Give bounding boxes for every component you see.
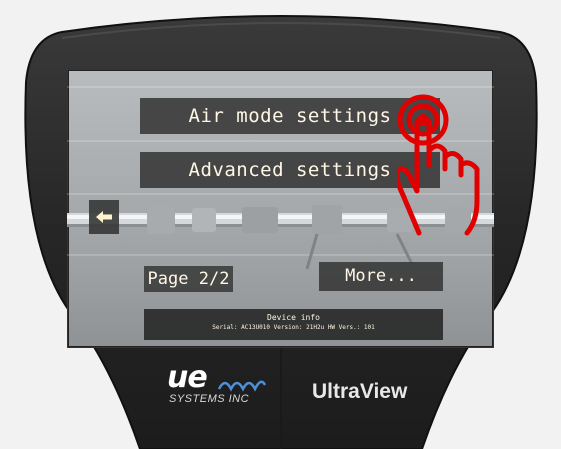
device-info-title: Device info bbox=[267, 313, 320, 322]
logo-wave-icon bbox=[217, 380, 267, 392]
ultraview-device: Air mode settings Advanced settings Page… bbox=[22, 12, 540, 449]
logo-ue-text: ue bbox=[167, 360, 208, 395]
device-info-details: Serial: AC13U010 Version: 21H2u HW Vers.… bbox=[212, 324, 375, 331]
page-indicator: Page 2/2 bbox=[144, 266, 233, 292]
device-info-panel[interactable]: Device info Serial: AC13U010 Version: 21… bbox=[144, 309, 443, 340]
left-arrow-icon bbox=[96, 211, 112, 223]
more-button[interactable]: More... bbox=[319, 262, 443, 291]
air-mode-settings-button[interactable]: Air mode settings bbox=[140, 98, 440, 134]
touch-screen: Air mode settings Advanced settings Page… bbox=[67, 69, 494, 348]
product-name: UltraView bbox=[312, 380, 408, 403]
ue-systems-logo: ue SYSTEMS INC bbox=[165, 363, 275, 413]
advanced-settings-button[interactable]: Advanced settings bbox=[140, 152, 440, 188]
tap-hand-icon bbox=[397, 94, 480, 236]
back-button[interactable] bbox=[89, 200, 119, 234]
logo-subtext: SYSTEMS INC bbox=[169, 393, 250, 405]
